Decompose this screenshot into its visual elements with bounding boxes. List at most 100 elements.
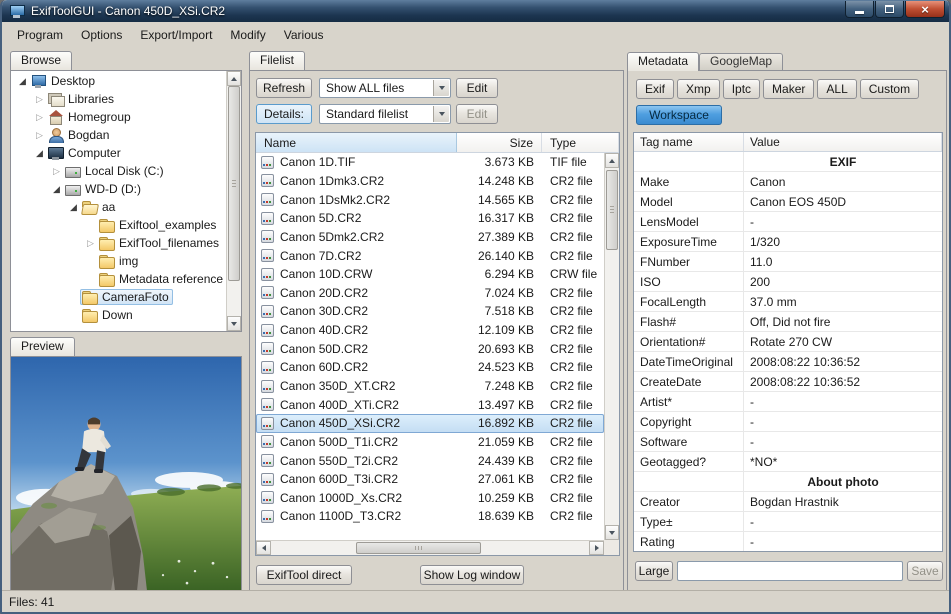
file-row[interactable]: Canon 600D_T3i.CR2 27.061 KB CR2 file bbox=[256, 470, 604, 489]
file-row[interactable]: Canon 400D_XTi.CR2 13.497 KB CR2 file bbox=[256, 395, 604, 414]
metadata-row[interactable]: LensModel - bbox=[634, 212, 942, 232]
expand-arrow-icon[interactable] bbox=[33, 130, 46, 141]
refresh-button[interactable]: Refresh bbox=[256, 78, 312, 98]
metadata-filter-button[interactable]: ALL bbox=[817, 79, 857, 99]
column-header-name[interactable]: Name bbox=[256, 133, 457, 152]
file-row[interactable]: Canon 10D.CRW 6.294 KB CRW file bbox=[256, 265, 604, 284]
metadata-row[interactable]: CreateDate 2008:08:22 10:36:52 bbox=[634, 372, 942, 392]
scroll-left-button[interactable] bbox=[256, 541, 271, 555]
metadata-row[interactable]: ExposureTime 1/320 bbox=[634, 232, 942, 252]
tree-item[interactable]: img bbox=[11, 252, 226, 270]
tree-item[interactable]: Local Disk (C:) bbox=[11, 162, 226, 180]
file-row[interactable]: Canon 350D_XT.CR2 7.248 KB CR2 file bbox=[256, 377, 604, 396]
metadata-filter-button[interactable]: Xmp bbox=[677, 79, 720, 99]
metadata-row[interactable]: Copyright - bbox=[634, 412, 942, 432]
exiftool-direct-button[interactable]: ExifTool direct bbox=[256, 565, 352, 585]
tab-preview[interactable]: Preview bbox=[10, 337, 75, 356]
metadata-tab[interactable]: Metadata bbox=[627, 52, 700, 71]
tab-browse[interactable]: Browse bbox=[10, 51, 73, 70]
tree-item[interactable]: aa bbox=[11, 198, 226, 216]
tree-item[interactable]: Computer bbox=[11, 144, 226, 162]
tree-item[interactable]: Homegroup bbox=[11, 108, 226, 126]
metadata-tab[interactable]: GoogleMap bbox=[699, 53, 784, 70]
metadata-row[interactable]: Software - bbox=[634, 432, 942, 452]
tree-item[interactable]: Metadata reference bbox=[11, 270, 226, 288]
menu-item[interactable]: Export/Import bbox=[131, 25, 221, 45]
file-row[interactable]: Canon 60D.CR2 24.523 KB CR2 file bbox=[256, 358, 604, 377]
tree-item[interactable]: Bogdan bbox=[11, 126, 226, 144]
menu-item[interactable]: Program bbox=[8, 25, 72, 45]
metadata-row[interactable]: Make Canon bbox=[634, 172, 942, 192]
minimize-button[interactable] bbox=[845, 1, 874, 18]
expand-arrow-icon[interactable] bbox=[67, 202, 80, 213]
tab-filelist[interactable]: Filelist bbox=[249, 51, 306, 70]
metadata-row[interactable]: DateTimeOriginal 2008:08:22 10:36:52 bbox=[634, 352, 942, 372]
file-row[interactable]: Canon 550D_T2i.CR2 24.439 KB CR2 file bbox=[256, 451, 604, 470]
details-toggle-button[interactable]: Details: bbox=[256, 104, 312, 124]
column-header-type[interactable]: Type bbox=[542, 133, 619, 152]
file-row[interactable]: Canon 450D_XSi.CR2 16.892 KB CR2 file bbox=[256, 413, 604, 433]
scroll-thumb[interactable] bbox=[356, 542, 481, 554]
edit-filelist-button[interactable]: Edit bbox=[456, 104, 498, 124]
save-button[interactable]: Save bbox=[907, 561, 943, 581]
metadata-row[interactable]: ISO 200 bbox=[634, 272, 942, 292]
metadata-row[interactable]: Model Canon EOS 450D bbox=[634, 192, 942, 212]
dropdown-arrow-icon[interactable] bbox=[433, 80, 449, 96]
scroll-up-button[interactable] bbox=[605, 153, 619, 168]
file-row[interactable]: Canon 7D.CR2 26.140 KB CR2 file bbox=[256, 246, 604, 265]
metadata-filter-button[interactable]: Exif bbox=[636, 79, 675, 99]
maximize-button[interactable] bbox=[875, 1, 904, 18]
file-row[interactable]: Canon 5Dmk2.CR2 27.389 KB CR2 file bbox=[256, 228, 604, 247]
show-log-window-button[interactable]: Show Log window bbox=[420, 565, 524, 585]
scroll-thumb[interactable] bbox=[228, 86, 240, 281]
scroll-down-button[interactable] bbox=[227, 316, 241, 331]
titlebar[interactable]: ExifToolGUI - Canon 450D_XSi.CR2 × bbox=[2, 0, 949, 22]
metadata-row[interactable]: FNumber 11.0 bbox=[634, 252, 942, 272]
file-row[interactable]: Canon 5D.CR2 16.317 KB CR2 file bbox=[256, 209, 604, 228]
metadata-filter-button[interactable]: Custom bbox=[859, 79, 920, 99]
close-button[interactable]: × bbox=[905, 1, 945, 18]
expand-arrow-icon[interactable] bbox=[84, 238, 97, 249]
workspace-button[interactable]: Workspace bbox=[636, 105, 722, 125]
large-button[interactable]: Large bbox=[635, 561, 673, 581]
tree-item[interactable]: Libraries bbox=[11, 90, 226, 108]
tree-item[interactable]: WD-D (D:) bbox=[11, 180, 226, 198]
file-row[interactable]: Canon 1100D_T3.CR2 18.639 KB CR2 file bbox=[256, 507, 604, 526]
filelist-type-dropdown[interactable]: Standard filelist bbox=[319, 104, 451, 124]
column-header-value[interactable]: Value bbox=[744, 133, 942, 151]
expand-arrow-icon[interactable] bbox=[50, 166, 63, 177]
menu-item[interactable]: Modify bbox=[221, 25, 274, 45]
menu-item[interactable]: Various bbox=[275, 25, 333, 45]
file-row[interactable]: Canon 30D.CR2 7.518 KB CR2 file bbox=[256, 302, 604, 321]
file-filter-dropdown[interactable]: Show ALL files bbox=[319, 78, 451, 98]
metadata-filter-button[interactable]: Iptc bbox=[722, 79, 761, 99]
file-row[interactable]: Canon 1DsMk2.CR2 14.565 KB CR2 file bbox=[256, 190, 604, 209]
file-row[interactable]: Canon 20D.CR2 7.024 KB CR2 file bbox=[256, 283, 604, 302]
metadata-row[interactable]: About photo bbox=[634, 472, 942, 492]
tree-item[interactable]: Exiftool_examples bbox=[11, 216, 226, 234]
tree-item[interactable]: Desktop bbox=[11, 72, 226, 90]
file-row[interactable]: Canon 1Dmk3.CR2 14.248 KB CR2 file bbox=[256, 172, 604, 191]
metadata-row[interactable]: FocalLength 37.0 mm bbox=[634, 292, 942, 312]
scroll-thumb[interactable] bbox=[606, 170, 618, 250]
file-row[interactable]: Canon 1000D_Xs.CR2 10.259 KB CR2 file bbox=[256, 489, 604, 508]
tree-vertical-scrollbar[interactable] bbox=[226, 71, 241, 331]
custom-tag-input[interactable] bbox=[677, 561, 903, 581]
metadata-row[interactable]: Flash# Off, Did not fire bbox=[634, 312, 942, 332]
metadata-filter-button[interactable]: Maker bbox=[763, 79, 815, 99]
metadata-row[interactable]: Geotagged? *NO* bbox=[634, 452, 942, 472]
metadata-row[interactable]: Rating - bbox=[634, 532, 942, 551]
column-header-tag-name[interactable]: Tag name bbox=[634, 133, 744, 151]
metadata-row[interactable]: Orientation# Rotate 270 CW bbox=[634, 332, 942, 352]
expand-arrow-icon[interactable] bbox=[33, 94, 46, 105]
edit-filter-button[interactable]: Edit bbox=[456, 78, 498, 98]
expand-arrow-icon[interactable] bbox=[33, 112, 46, 123]
expand-arrow-icon[interactable] bbox=[50, 184, 63, 195]
tree-item[interactable]: CameraFoto bbox=[11, 288, 226, 306]
expand-arrow-icon[interactable] bbox=[33, 148, 46, 159]
scroll-right-button[interactable] bbox=[589, 541, 604, 555]
file-row[interactable]: Canon 50D.CR2 20.693 KB CR2 file bbox=[256, 339, 604, 358]
column-header-size[interactable]: Size bbox=[457, 133, 542, 152]
filelist-vertical-scrollbar[interactable] bbox=[604, 153, 619, 540]
file-row[interactable]: Canon 500D_T1i.CR2 21.059 KB CR2 file bbox=[256, 433, 604, 452]
